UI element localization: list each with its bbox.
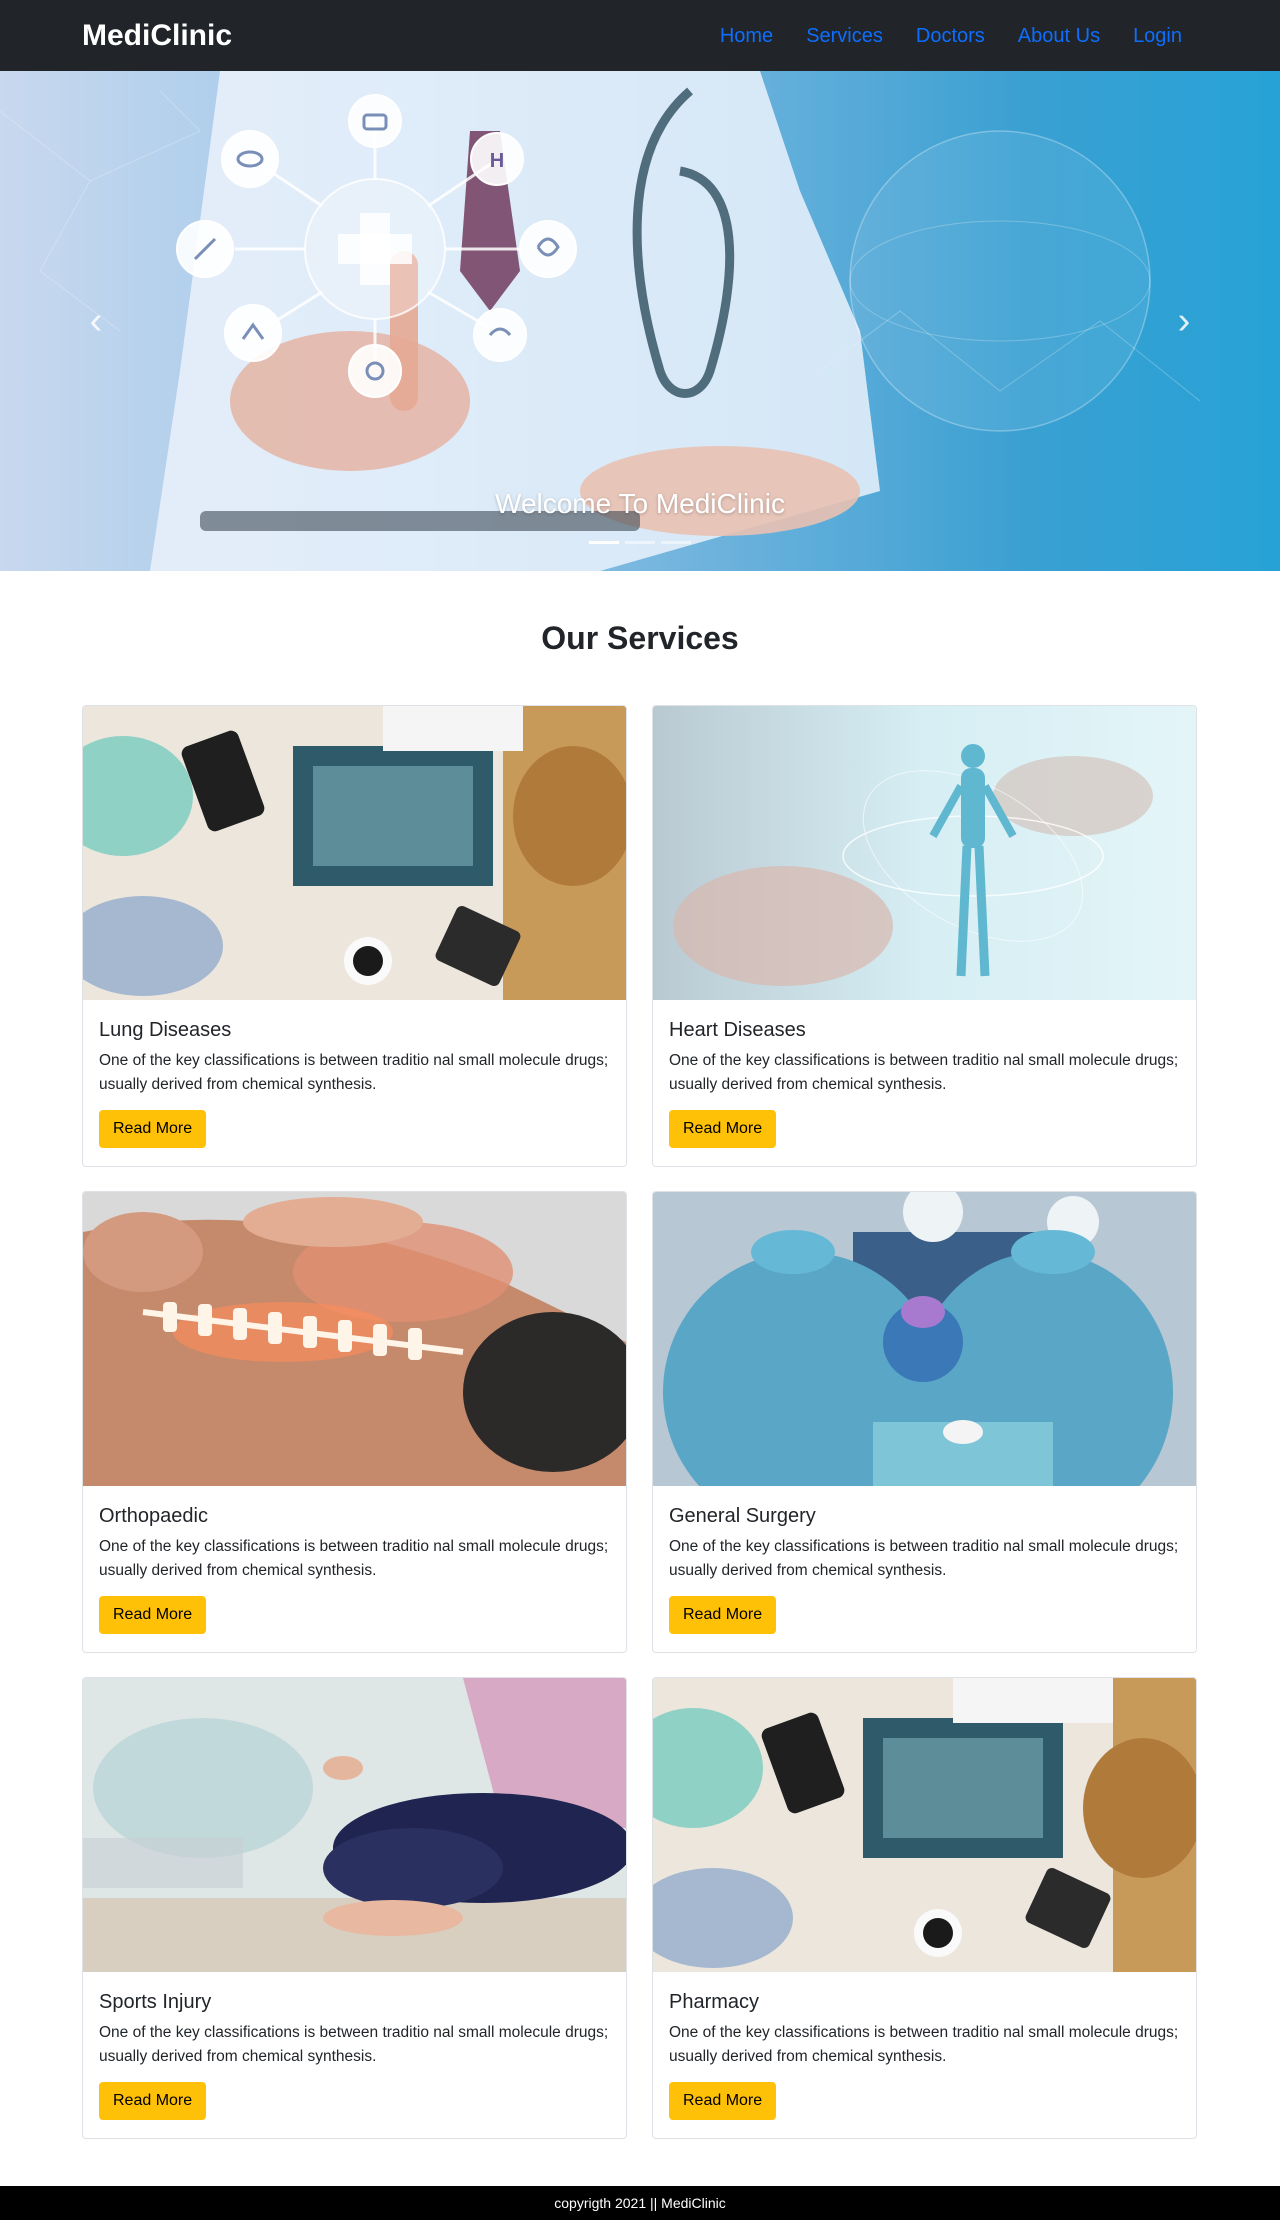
service-title: Orthopaedic	[99, 1505, 208, 1527]
carousel-indicator-3[interactable]	[661, 541, 691, 544]
service-description: One of the key classifications is betwee…	[669, 1538, 1179, 1579]
service-image-heart-diseases	[653, 706, 1196, 1000]
main-nav: Home Services Doctors About Us Login	[720, 21, 1182, 51]
service-description: One of the key classifications is betwee…	[99, 1052, 609, 1093]
chevron-right-icon: ›	[1177, 300, 1191, 342]
read-more-button[interactable]: Read More	[669, 1110, 777, 1148]
service-description: One of the key classifications is betwee…	[99, 1538, 609, 1579]
nav-link-services[interactable]: Services	[806, 21, 883, 51]
service-card-pharmacy: Pharmacy One of the key classifications …	[652, 1677, 1197, 2139]
read-more-button[interactable]: Read More	[99, 1596, 207, 1634]
service-image-sports-injury	[83, 1678, 626, 1972]
hero-caption: Welcome To MediClinic	[495, 488, 785, 519]
service-title: Lung Diseases	[99, 1019, 232, 1041]
carousel-indicators	[0, 541, 1280, 544]
service-title: General Surgery	[669, 1505, 816, 1527]
read-more-button[interactable]: Read More	[669, 2082, 777, 2120]
nav-link-home[interactable]: Home	[720, 21, 773, 51]
service-description: One of the key classifications is betwee…	[99, 2024, 609, 2065]
carousel-prev-button[interactable]: ‹	[76, 296, 116, 346]
services-title: Our Services	[541, 620, 739, 656]
read-more-button[interactable]: Read More	[99, 2082, 207, 2120]
service-description: One of the key classifications is betwee…	[669, 1052, 1179, 1093]
carousel-indicator-1[interactable]	[589, 541, 619, 544]
service-image-general-surgery	[653, 1192, 1196, 1486]
carousel-indicator-2[interactable]	[625, 541, 655, 544]
service-description: One of the key classifications is betwee…	[669, 2024, 1179, 2065]
service-card-heart-diseases: Heart Diseases One of the key classifica…	[652, 705, 1197, 1167]
brand-logo[interactable]: MediClinic	[82, 17, 232, 55]
service-image-orthopaedic	[83, 1192, 626, 1486]
svg-text:H: H	[490, 150, 504, 172]
service-title: Pharmacy	[669, 1991, 760, 2013]
nav-link-doctors[interactable]: Doctors	[916, 21, 985, 51]
chevron-left-icon: ‹	[89, 300, 103, 342]
navbar: MediClinic Home Services Doctors About U…	[0, 0, 1280, 71]
nav-link-about-us[interactable]: About Us	[1018, 21, 1100, 51]
service-card-sports-injury: Sports Injury One of the key classificat…	[82, 1677, 627, 2139]
hero-carousel: H ‹ › Welcome To MediClinic	[0, 71, 1280, 571]
service-card-general-surgery: General Surgery One of the key classific…	[652, 1191, 1197, 1653]
service-card-orthopaedic: Orthopaedic One of the key classificatio…	[82, 1191, 627, 1653]
service-title: Heart Diseases	[669, 1019, 806, 1041]
footer: copyrigth 2021 || MediClinic	[0, 2186, 1280, 2220]
service-image-pharmacy	[653, 1678, 1196, 1972]
footer-copyright: copyrigth 2021 || MediClinic	[554, 2195, 726, 2211]
read-more-button[interactable]: Read More	[99, 1110, 207, 1148]
read-more-button[interactable]: Read More	[669, 1596, 777, 1634]
service-title: Sports Injury	[99, 1991, 212, 2013]
carousel-next-button[interactable]: ›	[1164, 296, 1204, 346]
nav-link-login[interactable]: Login	[1133, 21, 1182, 51]
service-image-lung-diseases	[83, 706, 626, 1000]
service-card-lung-diseases: Lung Diseases One of the key classificat…	[82, 705, 627, 1167]
